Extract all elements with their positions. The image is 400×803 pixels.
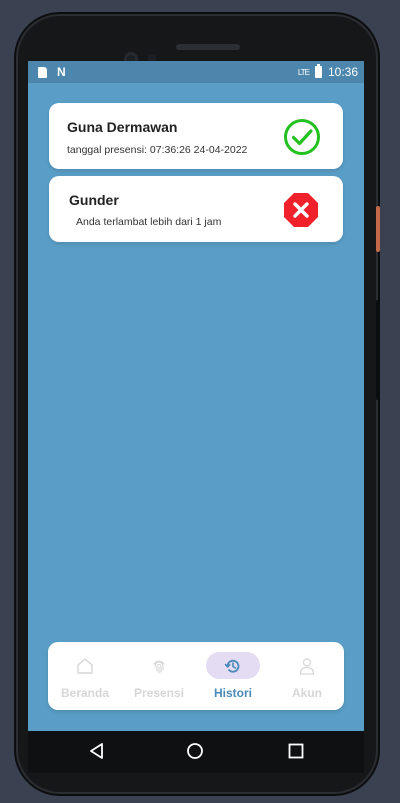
nav-item-beranda[interactable]: Beranda — [48, 642, 122, 710]
card-detail: Anda terlambat lebih dari 1 jam — [76, 216, 222, 228]
nav-item-histori[interactable]: Histori — [196, 642, 270, 710]
fingerprint-icon — [153, 659, 165, 674]
history-icon — [224, 659, 240, 673]
card-detail: tanggal presensi: 07:36:26 24-04-2022 — [67, 144, 248, 156]
recent-apps-icon[interactable] — [287, 742, 305, 760]
nav-label: Presensi — [133, 686, 185, 700]
speaker-grille — [176, 44, 240, 50]
volume-button[interactable] — [376, 300, 379, 400]
nav-item-akun[interactable]: Akun — [270, 642, 344, 710]
card-name: Gunder — [69, 192, 119, 208]
home-icon — [77, 657, 93, 674]
user-icon — [299, 657, 315, 675]
system-navigation-bar — [28, 731, 364, 773]
check-circle-icon — [284, 119, 320, 155]
power-button[interactable] — [376, 206, 380, 252]
nav-label: Akun — [292, 686, 322, 700]
status-bar: N LTE 10:36 — [28, 61, 364, 83]
app-screen: N LTE 10:36 Guna Dermawan tanggal presen… — [28, 61, 364, 731]
home-circle-icon[interactable] — [186, 742, 204, 760]
history-card[interactable]: Gunder Anda terlambat lebih dari 1 jam — [49, 176, 343, 242]
bottom-navigation: Beranda Presensi Histori Akun — [48, 642, 344, 710]
signal-icon: LTE — [297, 67, 310, 77]
stop-x-icon — [284, 193, 318, 227]
battery-icon — [314, 64, 322, 78]
nav-label: Beranda — [60, 686, 110, 700]
nav-label: Histori — [213, 686, 252, 700]
history-card[interactable]: Guna Dermawan tanggal presensi: 07:36:26… — [49, 103, 343, 169]
back-icon[interactable] — [88, 742, 106, 760]
status-time: 10:36 — [327, 65, 358, 79]
nav-item-presensi[interactable]: Presensi — [122, 642, 196, 710]
card-name: Guna Dermawan — [67, 119, 178, 135]
active-pill — [206, 652, 260, 679]
notification-n-icon: N — [57, 65, 66, 79]
sd-card-icon — [38, 66, 47, 78]
